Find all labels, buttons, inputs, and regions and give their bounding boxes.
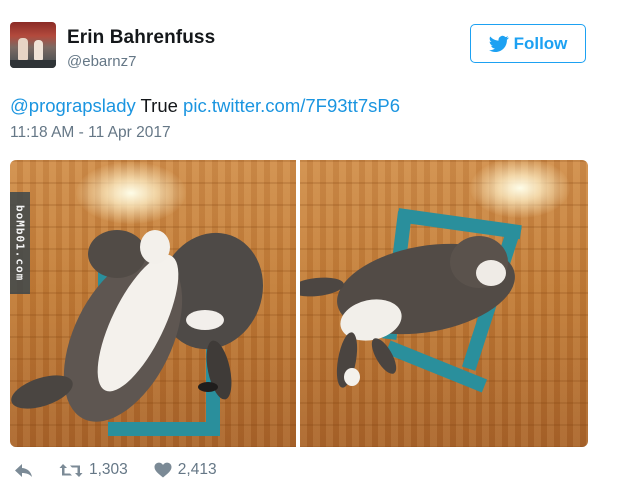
timestamp[interactable]: 11:18 AM - 11 Apr 2017 <box>10 124 171 142</box>
media-grid: boMb01.com <box>10 160 588 447</box>
photo-2[interactable] <box>300 160 588 447</box>
photo-1[interactable]: boMb01.com <box>10 160 296 447</box>
heart-icon <box>154 462 172 478</box>
retweet-icon <box>59 463 83 477</box>
like-button[interactable]: 2,413 <box>154 461 217 479</box>
retweet-button[interactable]: 1,303 <box>59 461 128 479</box>
tweet-header: Erin Bahrenfuss @ebarnz7 Follow <box>10 22 600 72</box>
avatar[interactable] <box>10 22 56 68</box>
author-handle[interactable]: @ebarnz7 <box>67 53 136 70</box>
retweet-count: 1,303 <box>89 461 128 478</box>
twitter-bird-icon <box>488 35 509 52</box>
like-count: 2,413 <box>177 461 217 478</box>
author-name[interactable]: Erin Bahrenfuss <box>67 27 215 49</box>
watermark: boMb01.com <box>10 192 30 294</box>
media-link[interactable]: pic.twitter.com/7F93tt7sP6 <box>183 95 400 116</box>
tweet-body: True <box>140 95 178 116</box>
reply-icon <box>15 463 32 477</box>
tweet-actions: 1,303 2,413 <box>14 459 243 481</box>
reply-button[interactable] <box>14 463 33 478</box>
tweet-text: @prograpslady True pic.twitter.com/7F93t… <box>10 95 400 117</box>
follow-button[interactable]: Follow <box>470 24 586 63</box>
follow-label: Follow <box>513 33 568 53</box>
mention-link[interactable]: @prograpslady <box>10 95 136 116</box>
